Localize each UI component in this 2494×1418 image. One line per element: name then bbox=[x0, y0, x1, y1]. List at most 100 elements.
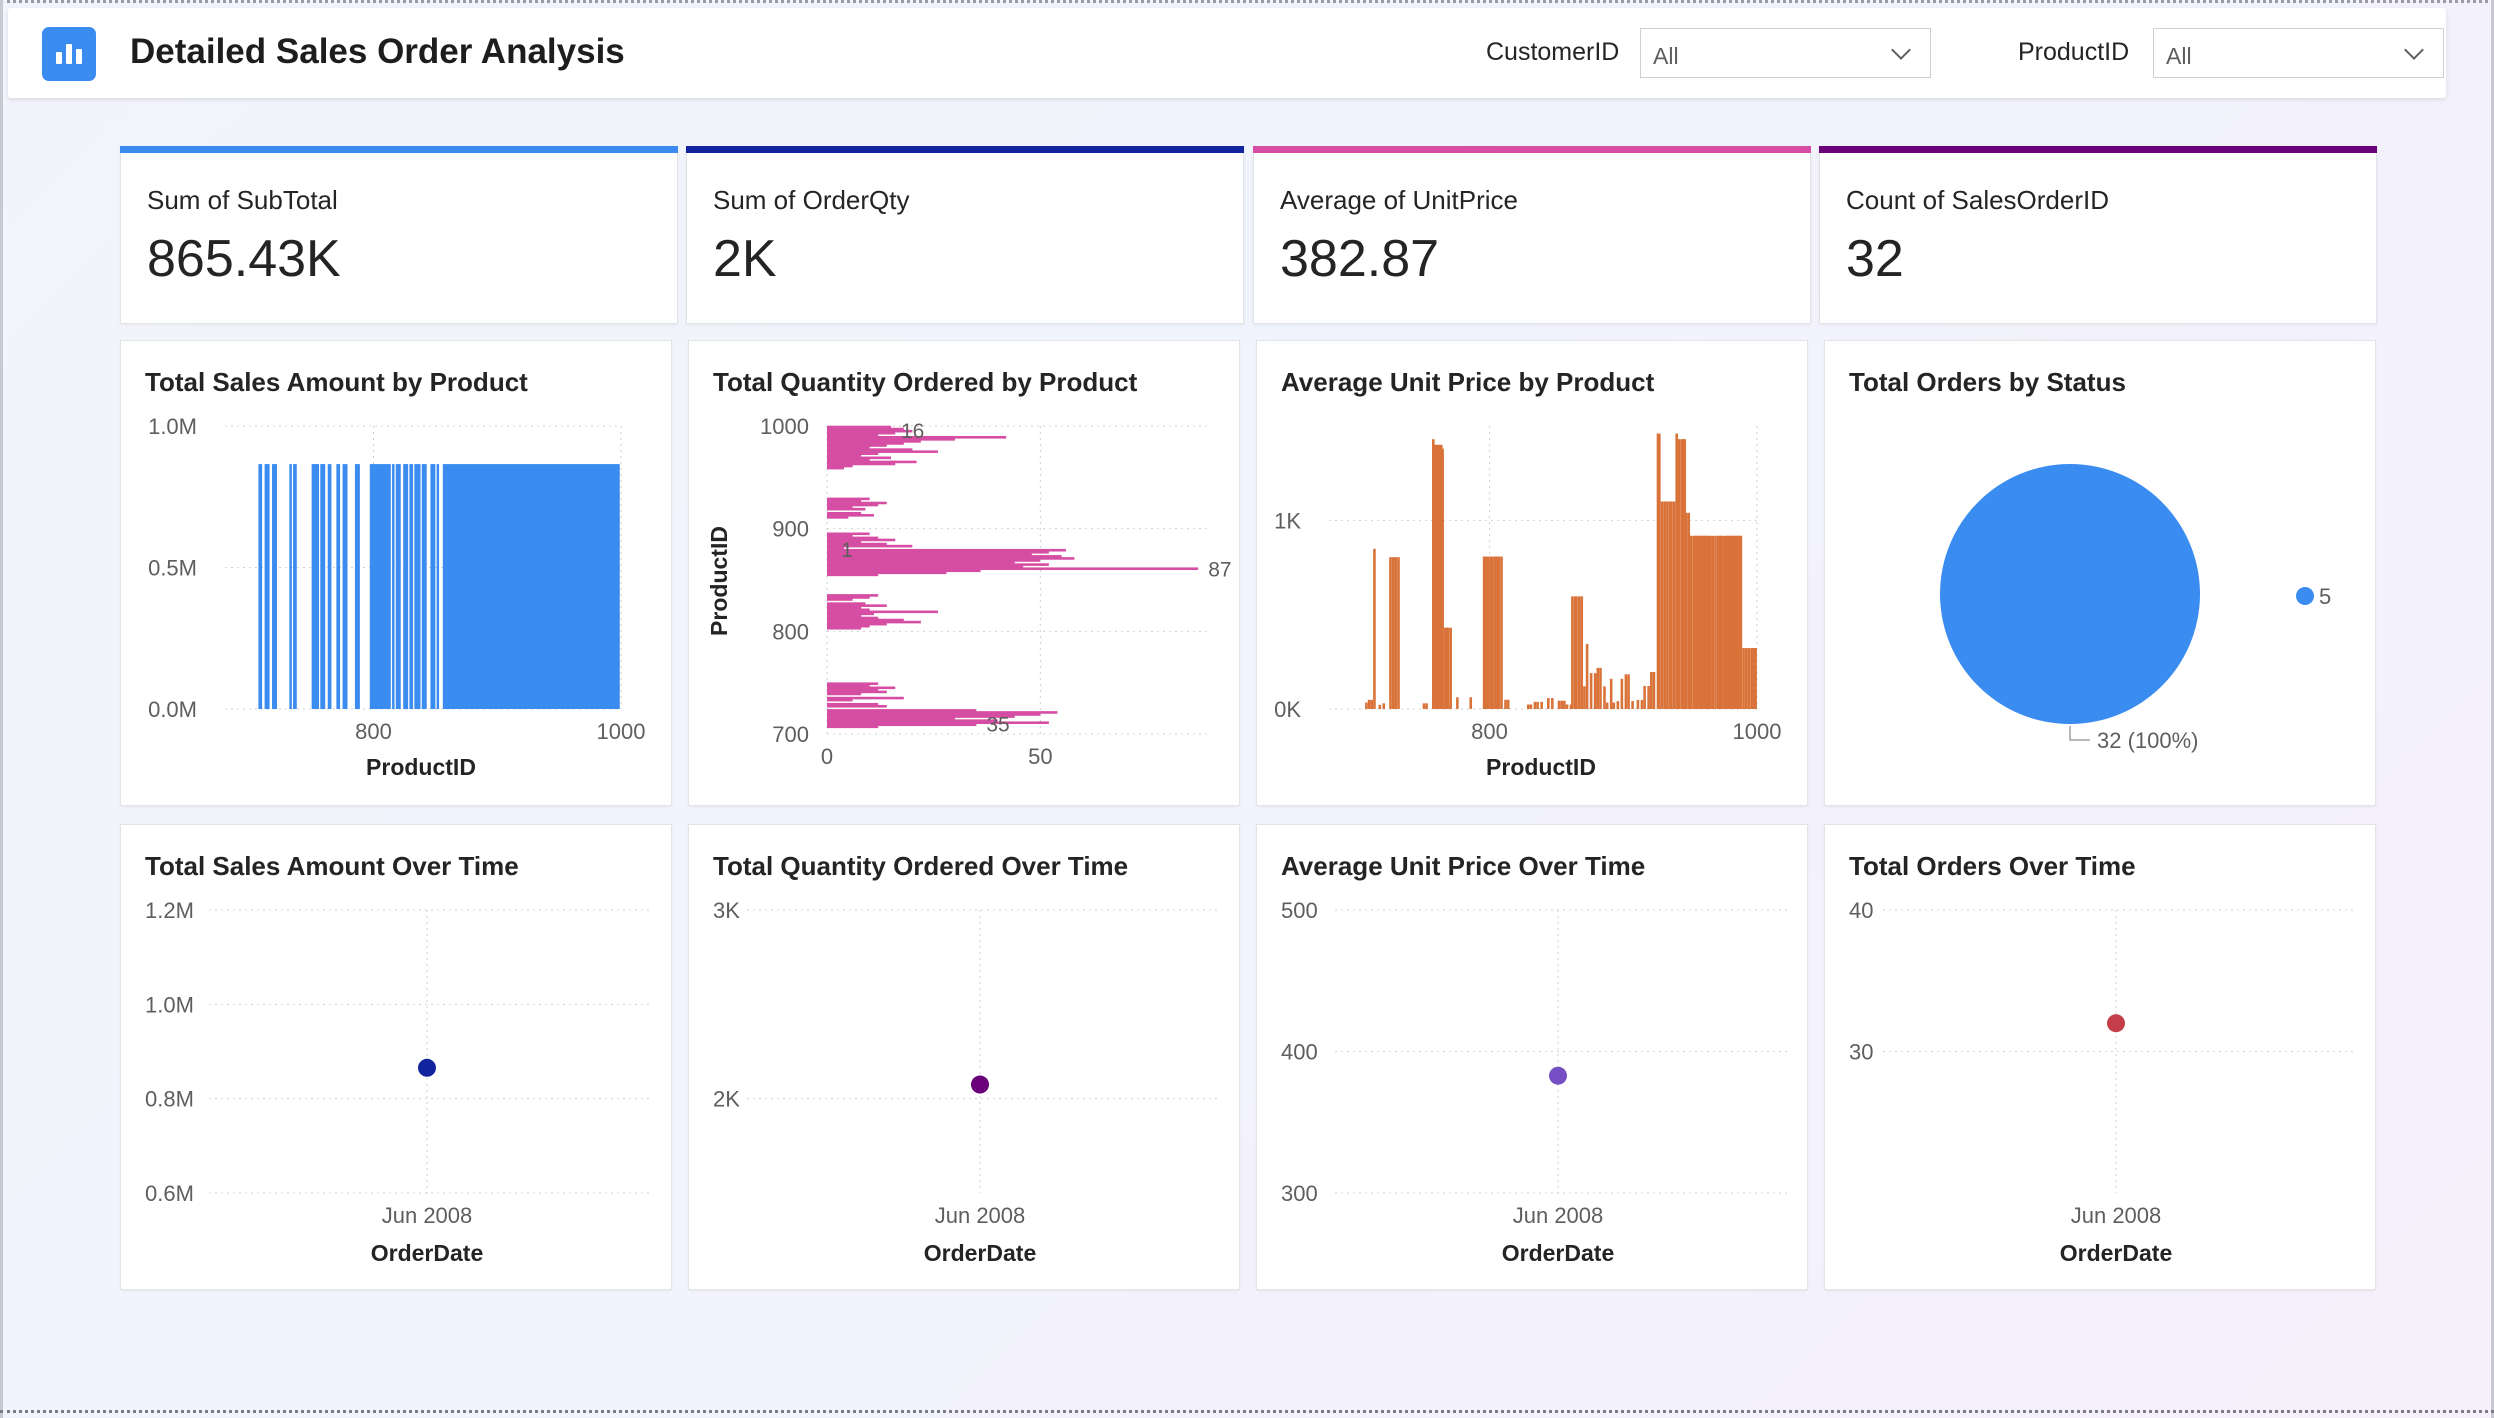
bar bbox=[1744, 648, 1748, 709]
x-axis-title: ProductID bbox=[366, 754, 476, 780]
bar bbox=[1627, 674, 1630, 709]
bar bbox=[1663, 501, 1666, 709]
orders-over-time-chart[interactable]: 30 40 Jun 2008 OrderDate bbox=[1825, 825, 2377, 1291]
customerid-slicer-label: CustomerID bbox=[1486, 38, 1620, 66]
bar bbox=[827, 704, 887, 708]
y-tick-label: 0K bbox=[1274, 697, 1301, 722]
page-title: Detailed Sales Order Analysis bbox=[130, 32, 625, 71]
bar bbox=[1747, 648, 1751, 709]
chart-card-orders-over-time[interactable]: Total Orders Over Time 30 40 Jun 2008 Order… bbox=[1824, 824, 2376, 1290]
bar bbox=[1631, 701, 1634, 709]
bar bbox=[392, 464, 395, 709]
bar bbox=[827, 692, 862, 696]
kpi-card-salesorderid[interactable]: Count of SalesOrderID 32 bbox=[1819, 146, 2377, 324]
productid-dropdown[interactable]: All bbox=[2153, 28, 2444, 78]
bar bbox=[1563, 700, 1566, 709]
qty-over-time-chart[interactable]: 2K 3K Jun 2008 OrderDate bbox=[689, 825, 1241, 1291]
kpi-accent-bar bbox=[120, 146, 678, 153]
chart-card-price-by-product[interactable]: Average Unit Price by Product 0K 1K 800 100… bbox=[1256, 340, 1808, 806]
bar bbox=[1596, 667, 1600, 709]
bar bbox=[1684, 512, 1688, 709]
price-over-time-chart[interactable]: 300 400 500 Jun 2008 OrderDate bbox=[1257, 825, 1809, 1291]
orders-by-status-chart[interactable]: 32 (100%) 5 bbox=[1825, 341, 2377, 807]
x-tick-label: Jun 2008 bbox=[1513, 1203, 1604, 1228]
price-by-product-chart[interactable]: 0K 1K 800 1000 ProductID bbox=[1257, 341, 1809, 807]
chart-card-price-over-time[interactable]: Average Unit Price Over Time 300 400 500 Ju… bbox=[1256, 824, 1808, 1290]
x-tick-label: 800 bbox=[355, 719, 392, 744]
productid-slicer-label: ProductID bbox=[2018, 38, 2130, 66]
data-point bbox=[418, 1058, 436, 1077]
canvas-border-left bbox=[0, 0, 3, 1418]
x-tick-label: 1000 bbox=[597, 719, 646, 744]
bar bbox=[1678, 439, 1681, 709]
bar bbox=[1391, 557, 1395, 709]
x-axis-title: OrderDate bbox=[924, 1240, 1036, 1266]
bar bbox=[827, 698, 853, 702]
bar bbox=[1636, 699, 1640, 709]
chart-card-qty-by-product[interactable]: Total Quantity Ordered by Product 700 800… bbox=[688, 340, 1240, 806]
customerid-dropdown[interactable]: All bbox=[1640, 28, 1931, 78]
canvas-border-bottom bbox=[0, 1410, 2494, 1415]
bar bbox=[1500, 556, 1503, 709]
bar bbox=[1394, 557, 1398, 709]
chart-card-sales-over-time[interactable]: Total Sales Amount Over Time 0.6M 0.8M 1.0… bbox=[120, 824, 672, 1290]
canvas-border-top bbox=[0, 0, 2494, 5]
kpi-value: 865.43K bbox=[147, 230, 341, 288]
kpi-value: 382.87 bbox=[1280, 230, 1440, 288]
bar bbox=[403, 464, 409, 709]
y-tick-label: 400 bbox=[1281, 1040, 1318, 1065]
y-tick-label: 2K bbox=[713, 1087, 740, 1112]
bar bbox=[395, 464, 401, 709]
bar bbox=[1593, 673, 1597, 709]
sales-over-time-chart[interactable]: 0.6M 0.8M 1.0M 1.2M Jun 2008 OrderDate bbox=[121, 825, 673, 1291]
pie-slice bbox=[1940, 464, 2200, 724]
bar bbox=[342, 464, 348, 709]
y-tick-label: 900 bbox=[772, 517, 809, 542]
x-axis-title: OrderDate bbox=[1502, 1240, 1614, 1266]
bar bbox=[414, 464, 421, 709]
bar bbox=[1666, 501, 1669, 709]
bar bbox=[1382, 703, 1386, 709]
bar bbox=[258, 464, 263, 709]
bar bbox=[1422, 703, 1426, 709]
bar bbox=[1640, 699, 1644, 709]
bar bbox=[1714, 535, 1717, 709]
kpi-card-subtotal[interactable]: Sum of SubTotal 865.43K bbox=[120, 146, 678, 324]
y-tick-label: 800 bbox=[772, 619, 809, 644]
chart-card-sales-by-product[interactable]: Total Sales Amount by Product 0.0M 0.5M 1.… bbox=[120, 340, 672, 806]
bar bbox=[1585, 643, 1589, 709]
kpi-value: 2K bbox=[713, 230, 777, 288]
bar bbox=[1389, 557, 1392, 709]
bar bbox=[1373, 548, 1376, 709]
bar bbox=[1504, 699, 1507, 709]
bar bbox=[327, 464, 332, 709]
x-axis-title: ProductID bbox=[1486, 754, 1596, 780]
kpi-card-unitprice[interactable]: Average of UnitPrice 382.87 bbox=[1253, 146, 1811, 324]
qty-by-product-chart[interactable]: 700 800 900 1000 0 50 ProductID 16 1 87 35 bbox=[689, 341, 1241, 807]
y-tick-label: 1.0M bbox=[145, 992, 194, 1017]
bar bbox=[369, 464, 391, 709]
sales-by-product-chart[interactable]: 0.0M 0.5M 1.0M 800 1000 ProductID bbox=[121, 341, 673, 807]
bar bbox=[1670, 501, 1673, 709]
bar bbox=[1547, 698, 1550, 709]
bar bbox=[289, 464, 292, 709]
bar bbox=[1469, 697, 1473, 709]
chart-card-qty-over-time[interactable]: Total Quantity Ordered Over Time 2K 3K Jun… bbox=[688, 824, 1240, 1290]
data-label: 32 (100%) bbox=[2097, 728, 2199, 753]
chart-card-orders-by-status[interactable]: Total Orders by Status 32 (100%) 5 bbox=[1824, 340, 2376, 806]
bar bbox=[1490, 556, 1494, 709]
x-axis-title: OrderDate bbox=[371, 1240, 483, 1266]
bar bbox=[1486, 556, 1490, 709]
bar bbox=[1575, 596, 1578, 709]
data-label: 16 bbox=[901, 420, 924, 443]
y-tick-label: 0.6M bbox=[145, 1181, 194, 1206]
bar-chart-icon bbox=[42, 27, 96, 81]
bar bbox=[421, 464, 427, 709]
bar bbox=[1624, 674, 1628, 709]
bar bbox=[1425, 703, 1428, 709]
bar bbox=[1643, 685, 1646, 709]
bar bbox=[336, 464, 341, 709]
kpi-card-orderqty[interactable]: Sum of OrderQty 2K bbox=[686, 146, 1244, 324]
bar bbox=[293, 464, 297, 709]
bar bbox=[1565, 704, 1569, 709]
